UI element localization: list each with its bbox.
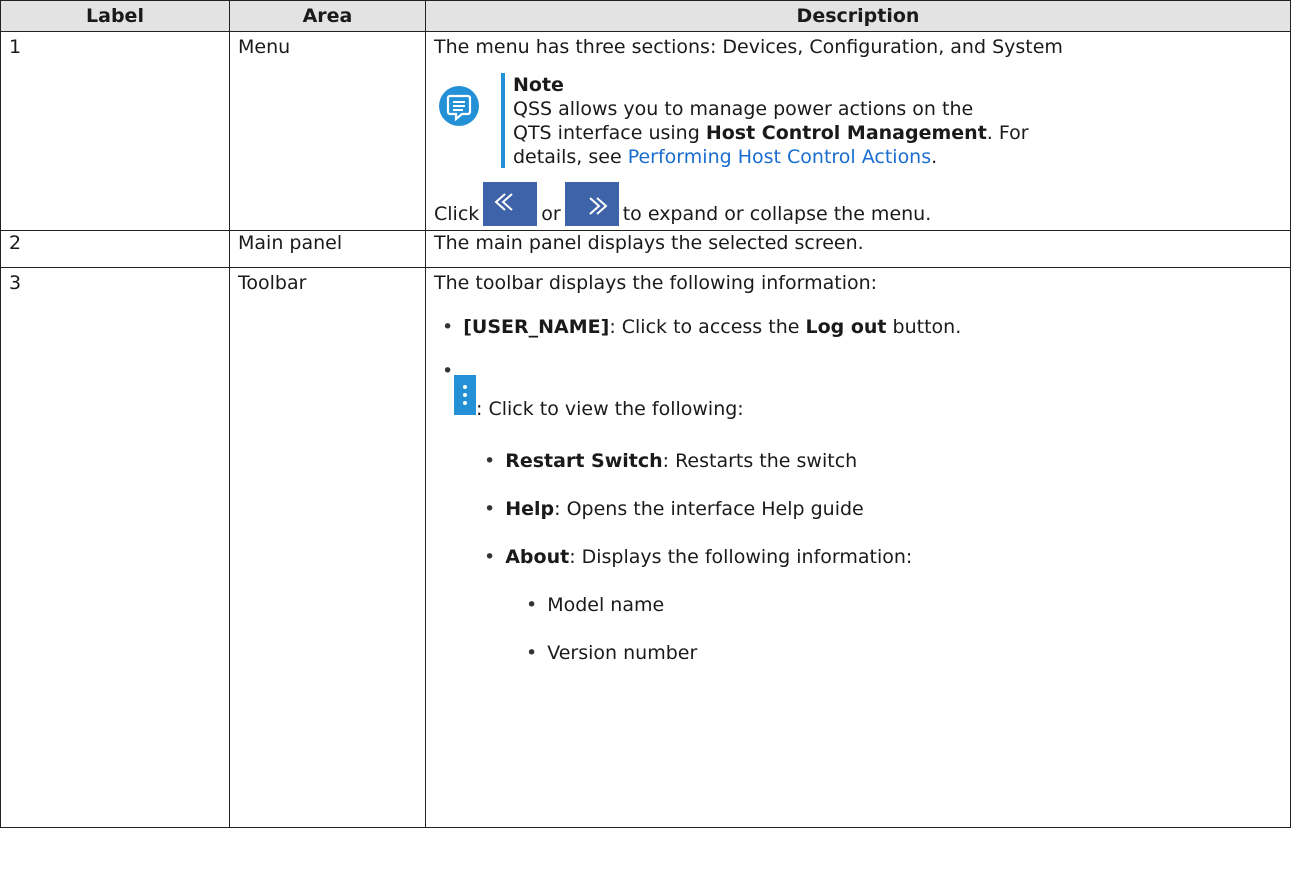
row-label: 1 bbox=[0, 31, 230, 231]
toolbar-intro: The toolbar displays the following infor… bbox=[434, 272, 878, 294]
or-word: or bbox=[541, 203, 561, 225]
list-item-username: • [USER_NAME]: Click to access the Log ou… bbox=[442, 316, 962, 338]
about-item-model-name: • Model name bbox=[526, 594, 665, 616]
note-body: Note QSS allows you to manage power acti… bbox=[513, 73, 1029, 169]
sub-item-help: • Help: Opens the interface Help guide bbox=[484, 498, 864, 520]
note-box: Note QSS allows you to manage power acti… bbox=[434, 73, 1282, 168]
menu-toggle-line: Click or to expand or collapse the menu. bbox=[434, 182, 931, 226]
row-label: 3 bbox=[0, 267, 230, 828]
table-row: 3 Toolbar The toolbar displays the follo… bbox=[0, 267, 1291, 828]
note-title: Note bbox=[513, 74, 564, 96]
table-row: 2 Main panel The main panel displays the… bbox=[0, 230, 1291, 268]
double-chevron-right-icon bbox=[564, 182, 619, 226]
row-area: Main panel bbox=[229, 230, 426, 268]
host-control-actions-link[interactable]: Performing Host Control Actions bbox=[628, 146, 931, 168]
note-icon bbox=[439, 86, 479, 126]
about-item-version-number: • Version number bbox=[526, 642, 698, 664]
table-header-row: Label Area Description bbox=[0, 0, 1291, 32]
header-description: Description bbox=[425, 0, 1291, 32]
row-description: The main panel displays the selected scr… bbox=[425, 230, 1291, 268]
row-description: The toolbar displays the following infor… bbox=[425, 267, 1291, 828]
row-label: 2 bbox=[0, 230, 230, 268]
kebab-description: : Click to view the following: bbox=[476, 398, 744, 420]
click-tail: to expand or collapse the menu. bbox=[622, 203, 932, 225]
row-area: Menu bbox=[229, 31, 426, 231]
note-line-1: QSS allows you to manage power actions o… bbox=[513, 98, 974, 120]
area-description-table: Label Area Description 1 Menu The menu h… bbox=[0, 0, 1291, 828]
note-line-2: QTS interface using Host Control Managem… bbox=[513, 122, 1029, 144]
row-description: The menu has three sections: Devices, Co… bbox=[425, 31, 1291, 231]
click-word: Click bbox=[434, 203, 480, 225]
sub-item-about: • About: Displays the following informati… bbox=[484, 546, 913, 568]
double-chevron-left-icon bbox=[483, 182, 538, 226]
header-label: Label bbox=[0, 0, 230, 32]
header-area: Area bbox=[229, 0, 426, 32]
note-line-3: details, see Performing Host Control Act… bbox=[513, 146, 938, 168]
sub-item-restart-switch: • Restart Switch: Restarts the switch bbox=[484, 450, 858, 472]
row-area: Toolbar bbox=[229, 267, 426, 828]
host-control-management-text: Host Control Management bbox=[705, 122, 987, 144]
table-row: 1 Menu The menu has three sections: Devi… bbox=[0, 31, 1291, 231]
note-accent-bar bbox=[501, 73, 505, 168]
menu-intro: The menu has three sections: Devices, Co… bbox=[434, 36, 1063, 58]
kebab-menu-icon bbox=[454, 375, 476, 415]
